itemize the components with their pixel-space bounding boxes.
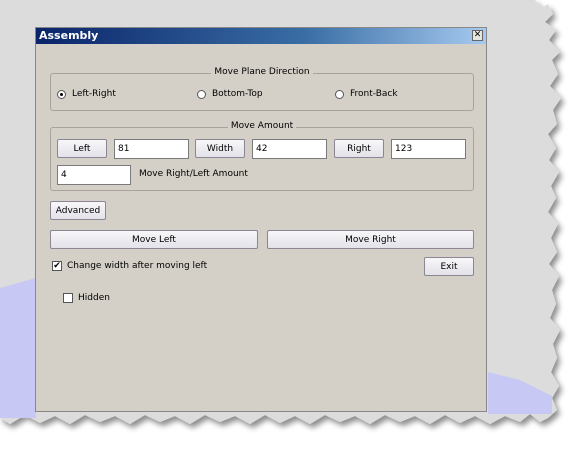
change-width-checkbox[interactable]: ✔ Change width after moving left xyxy=(52,261,207,271)
checkbox-label: Change width after moving left xyxy=(67,261,208,271)
width-value-input[interactable]: 42 xyxy=(252,139,327,159)
group-legend: Move Amount xyxy=(51,121,473,131)
dialog-body: Move Plane Direction Left-Right Bottom-T… xyxy=(40,46,482,408)
move-left-button[interactable]: Move Left xyxy=(50,230,258,249)
move-amount-label: Move Right/Left Amount xyxy=(139,169,248,179)
exit-button[interactable]: Exit xyxy=(424,257,474,276)
move-right-button[interactable]: Move Right xyxy=(267,230,474,249)
checkmark-icon[interactable]: ✔ xyxy=(52,261,62,271)
radio-label: Left-Right xyxy=(72,89,116,99)
checkbox-label: Hidden xyxy=(78,293,110,303)
close-button[interactable]: ✕ xyxy=(472,30,483,41)
assembly-dialog: Assembly ✕ Move Plane Direction Left-Rig… xyxy=(35,27,487,412)
checkbox-box[interactable] xyxy=(63,293,73,303)
title-bar[interactable]: Assembly ✕ xyxy=(36,28,486,44)
radio-bottom-top[interactable]: Bottom-Top xyxy=(197,89,263,99)
move-amount-group: Move Amount Left 81 Width 42 Right 123 4… xyxy=(50,121,474,191)
hidden-checkbox[interactable]: Hidden xyxy=(63,293,110,303)
window-title: Assembly xyxy=(39,29,99,42)
radio-left-right[interactable]: Left-Right xyxy=(57,89,116,99)
left-button[interactable]: Left xyxy=(57,139,107,158)
move-amount-input[interactable]: 4 xyxy=(57,165,131,185)
radio-button[interactable] xyxy=(57,89,66,99)
right-button[interactable]: Right xyxy=(334,139,384,158)
width-button[interactable]: Width xyxy=(195,139,245,158)
radio-label: Front-Back xyxy=(350,89,398,99)
left-value-input[interactable]: 81 xyxy=(114,139,189,159)
radio-front-back[interactable]: Front-Back xyxy=(335,89,398,99)
radio-button[interactable] xyxy=(335,89,344,99)
advanced-button[interactable]: Advanced xyxy=(50,201,106,220)
move-plane-direction-group: Move Plane Direction Left-Right Bottom-T… xyxy=(50,67,474,111)
radio-button[interactable] xyxy=(197,89,206,99)
group-legend: Move Plane Direction xyxy=(51,67,473,77)
radio-label: Bottom-Top xyxy=(212,89,263,99)
right-value-input[interactable]: 123 xyxy=(391,139,466,159)
